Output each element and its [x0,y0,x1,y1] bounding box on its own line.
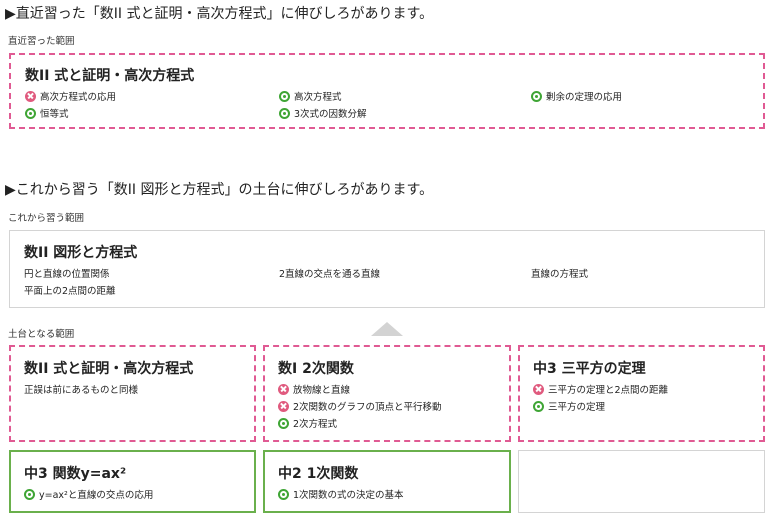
upcoming-caption: これから習う範囲 [8,213,85,224]
list-item: 三平方の定理と2点間の距離 [533,382,668,396]
check-circle-icon [279,107,290,119]
empty-card [518,450,765,513]
list-item: 放物線と直線 [278,382,350,396]
card-title: 数I 2次関数 [278,361,354,377]
check-circle-icon [278,488,289,500]
foundation-card: 中2 1次関数 1次関数の式の決定の基本 [263,450,511,513]
list-item: 2次方程式 [278,416,337,430]
box-title: 数II 式と証明・高次方程式 [25,68,195,84]
arrow-up-icon [371,322,403,336]
list-item: 高次方程式の応用 [25,89,116,103]
card-title: 中2 1次関数 [278,466,359,482]
list-item: 2次関数のグラフの頂点と平行移動 [278,399,442,413]
recent-caption: 直近習った範囲 [8,36,75,47]
card-note: 正誤は前にあるものと同様 [24,385,139,396]
check-circle-icon [24,488,35,500]
list-item: 恒等式 [25,106,69,120]
list-item: 剰余の定理の応用 [531,89,622,103]
card-title: 数II 式と証明・高次方程式 [24,361,194,377]
recent-range-box: 数II 式と証明・高次方程式 高次方程式の応用 高次方程式 剰余の定理の応用 恒… [9,53,765,129]
topic-item: 直線の方程式 [531,269,589,280]
cross-circle-icon [278,383,289,395]
check-circle-icon [531,90,542,102]
foundation-card: 中3 関数y=ax² y=ax²と直線の交点の応用 [9,450,256,513]
list-item: 高次方程式 [279,89,342,103]
foundation-card: 中3 三平方の定理 三平方の定理と2点間の距離 三平方の定理 [518,345,765,442]
upcoming-headline: ▶これから習う「数II 図形と方程式」の土台に伸びしろがあります。 [5,182,434,198]
foundation-caption: 土台となる範囲 [8,329,75,340]
upcoming-range-box: 数II 図形と方程式 円と直線の位置関係 2直線の交点を通る直線 直線の方程式 … [9,230,765,308]
card-title: 中3 関数y=ax² [24,466,127,482]
foundation-card: 数I 2次関数 放物線と直線 2次関数のグラフの頂点と平行移動 2次方程式 [263,345,511,442]
check-circle-icon [279,90,290,102]
check-circle-icon [25,107,36,119]
topic-item: 円と直線の位置関係 [24,269,110,280]
topic-item: 2直線の交点を通る直線 [279,269,381,280]
cross-circle-icon [278,400,289,412]
list-item: 3次式の因数分解 [279,106,367,120]
list-item: y=ax²と直線の交点の応用 [24,487,153,501]
check-circle-icon [533,400,544,412]
card-title: 中3 三平方の定理 [533,361,646,377]
box-title: 数II 図形と方程式 [24,245,138,261]
cross-circle-icon [25,90,36,102]
topic-item: 平面上の2点間の距離 [24,286,116,297]
foundation-card: 数II 式と証明・高次方程式 正誤は前にあるものと同様 [9,345,256,442]
check-circle-icon [278,417,289,429]
cross-circle-icon [533,383,544,395]
recent-headline: ▶直近習った「数II 式と証明・高次方程式」に伸びしろがあります。 [5,6,434,22]
list-item: 三平方の定理 [533,399,605,413]
list-item: 1次関数の式の決定の基本 [278,487,404,501]
